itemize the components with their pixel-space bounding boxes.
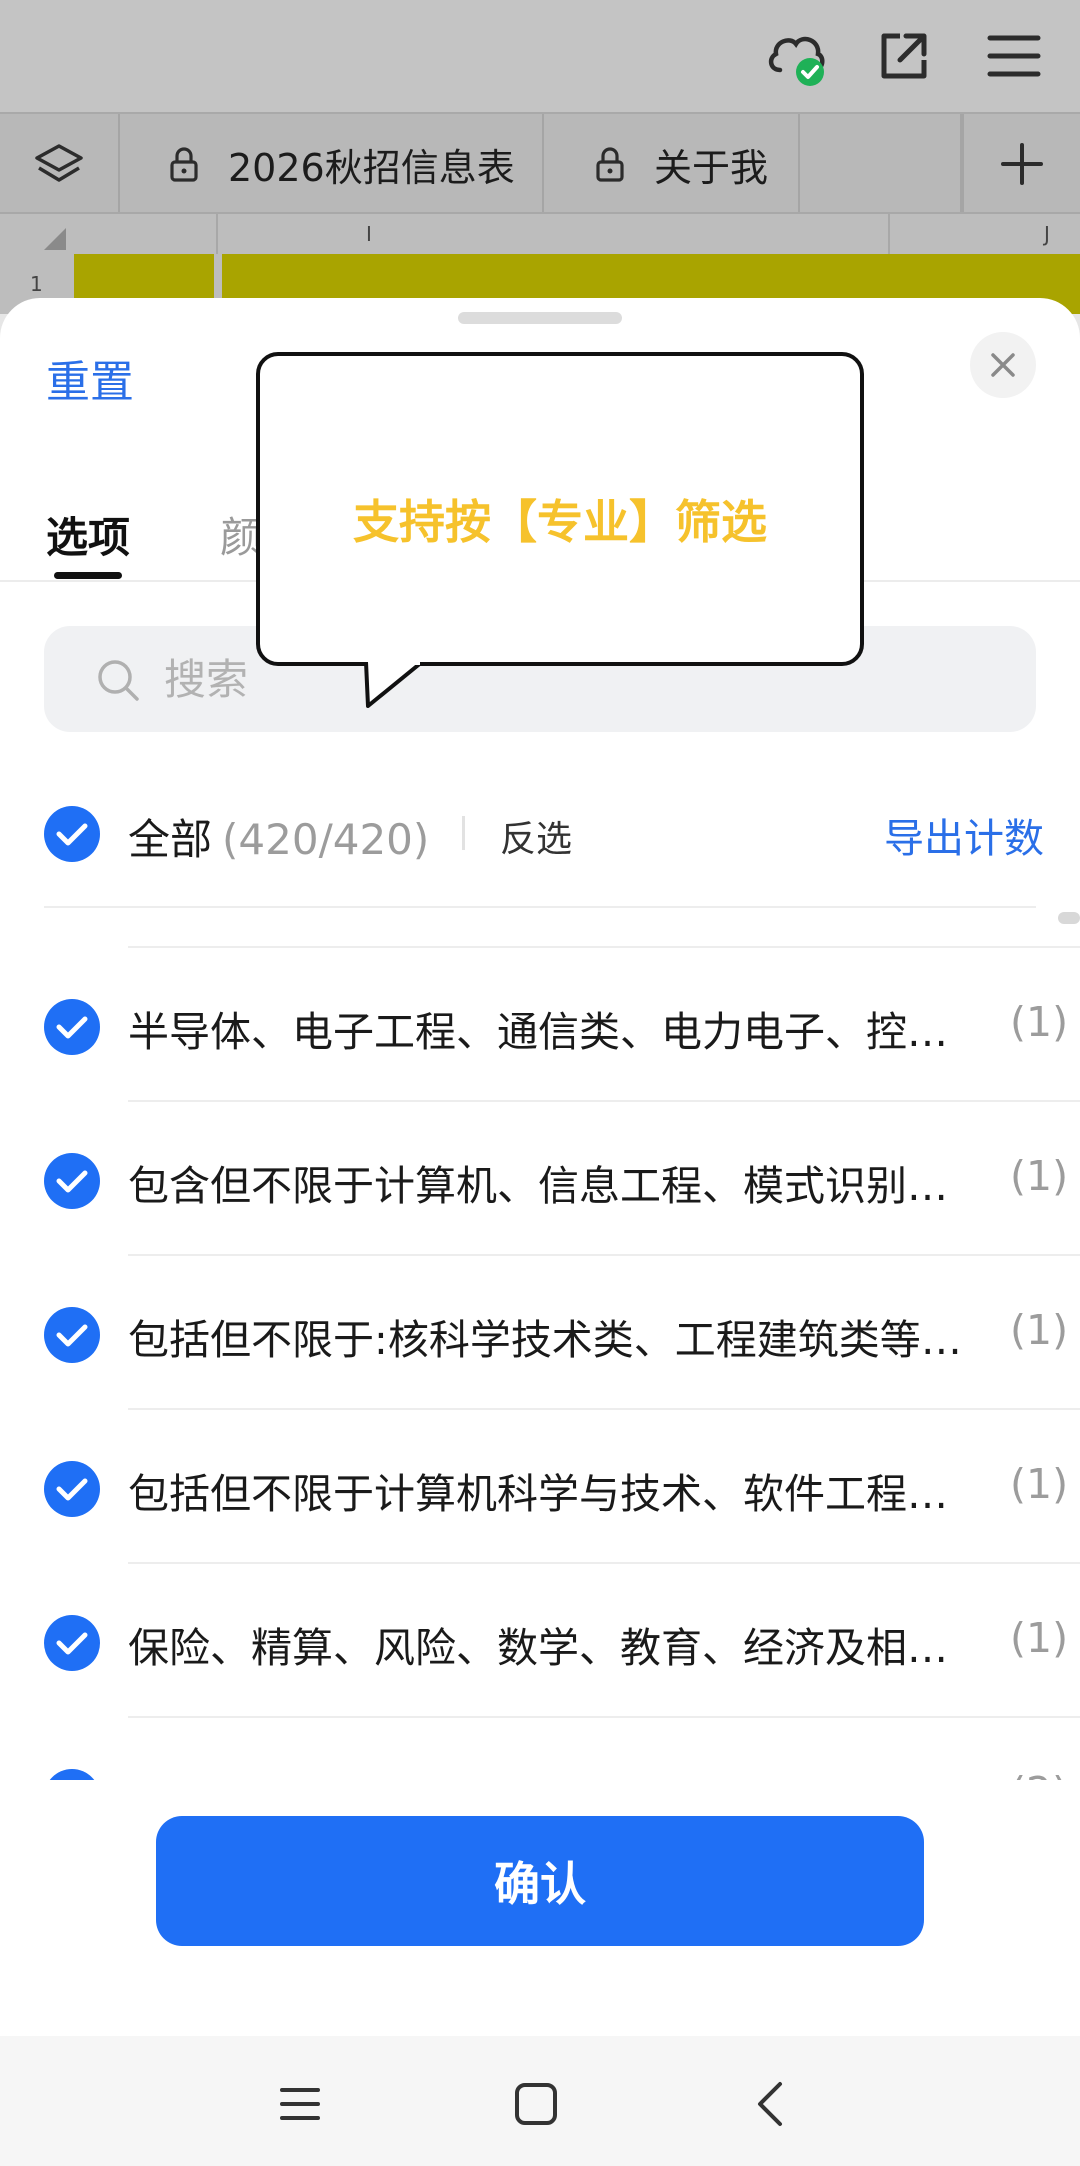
select-all-count: (420/420) bbox=[222, 815, 430, 864]
column-header-row: I J bbox=[0, 212, 1080, 256]
top-toolbar bbox=[0, 0, 1080, 112]
option-label: 半导体、电子工程、通信类、电力电子、控制等相关专业 bbox=[128, 1008, 978, 1056]
list-item[interactable]: 包括但不限于:核科学技术类、工程建筑类等相关专业 (1) bbox=[0, 1256, 1080, 1410]
tab-2026-recruitment[interactable]: 2026秋招信息表 bbox=[120, 114, 544, 214]
option-label: 包含但不限于计算机、信息工程、模式识别等相关专业 bbox=[128, 1162, 978, 1210]
confirm-button[interactable]: 确认 bbox=[156, 1816, 924, 1946]
back-icon[interactable] bbox=[744, 2076, 800, 2132]
sheet-tab-bar: 2026秋招信息表 关于我 bbox=[0, 112, 1080, 214]
column-letter[interactable]: I bbox=[366, 222, 372, 246]
lock-icon bbox=[596, 147, 624, 182]
lock-icon bbox=[170, 147, 198, 182]
close-icon bbox=[991, 353, 1015, 377]
select-all-text: 全部 bbox=[128, 815, 213, 864]
option-label: 保险、精算、风险、数学、教育、经济及相关专业 bbox=[128, 1624, 978, 1672]
divider bbox=[44, 906, 1036, 908]
option-count: (2) bbox=[1010, 1768, 1068, 1780]
tab-label: 关于我 bbox=[654, 145, 769, 190]
column-letter[interactable]: J bbox=[1044, 222, 1050, 246]
tooltip-tail bbox=[364, 662, 424, 708]
plus-icon bbox=[1001, 143, 1043, 185]
list-item[interactable]: 保险、精算、风险、数学、教育、经济及相关专业 (1) bbox=[0, 1564, 1080, 1718]
list-item[interactable]: 包含但不限于计算机、信息工程、模式识别等相关专业 (1) bbox=[0, 1102, 1080, 1256]
option-list: 半导体、电子工程、通信类、电力电子、控制等相关专业 (1) 包含但不限于计算机、… bbox=[0, 948, 1080, 1780]
list-item[interactable]: 半导体、电子工程、通信类、电力电子、控制等相关专业 (1) bbox=[0, 948, 1080, 1102]
option-count: (1) bbox=[1010, 1152, 1069, 1200]
add-sheet-button[interactable] bbox=[962, 114, 1080, 214]
cloud-sync-icon[interactable] bbox=[762, 22, 830, 90]
checkbox-checked-icon[interactable] bbox=[44, 1615, 100, 1671]
list-item[interactable]: 本科及以上学历，专业不限 (2) bbox=[0, 1718, 1080, 1780]
option-count: (1) bbox=[1010, 1460, 1069, 1508]
scrollbar-thumb[interactable] bbox=[1058, 912, 1080, 924]
layers-icon bbox=[35, 144, 83, 182]
layers-button[interactable] bbox=[0, 114, 120, 214]
active-tab-indicator bbox=[54, 572, 122, 579]
checkbox-checked-icon[interactable] bbox=[44, 1769, 100, 1780]
select-all-corner-icon[interactable] bbox=[44, 228, 66, 250]
invert-selection-button[interactable]: 反选 bbox=[500, 810, 572, 862]
tab-options[interactable]: 选项 bbox=[46, 504, 130, 565]
option-count: (1) bbox=[1010, 1306, 1069, 1354]
system-navigation-bar bbox=[0, 2036, 1080, 2166]
option-count: (1) bbox=[1010, 1614, 1069, 1662]
checkbox-checked-icon[interactable] bbox=[44, 1461, 100, 1517]
checkbox-checked-icon[interactable] bbox=[44, 1307, 100, 1363]
home-icon[interactable] bbox=[508, 2076, 564, 2132]
select-all-label: 全部 (420/420) bbox=[128, 806, 429, 867]
option-label: 包括但不限于计算机科学与技术、软件工程等相关专业 bbox=[128, 1470, 978, 1518]
option-label: 本科及以上学历，专业不限 bbox=[128, 1768, 978, 1780]
recent-apps-icon[interactable] bbox=[272, 2076, 328, 2132]
tooltip-text: 支持按【专业】筛选 bbox=[353, 495, 767, 549]
option-label: 包括但不限于:核科学技术类、工程建筑类等相关专业 bbox=[128, 1316, 978, 1364]
column-divider bbox=[216, 214, 218, 256]
menu-icon[interactable] bbox=[980, 22, 1048, 90]
tab-label: 2026秋招信息表 bbox=[228, 145, 515, 190]
export-count-button[interactable]: 导出计数 bbox=[884, 806, 1044, 864]
tooltip-bubble: 支持按【专业】筛选 bbox=[256, 352, 864, 666]
search-icon bbox=[98, 660, 139, 701]
select-all-checkbox[interactable] bbox=[44, 806, 100, 862]
option-count: (1) bbox=[1010, 998, 1069, 1046]
drag-handle[interactable] bbox=[458, 312, 622, 324]
tab-about-me[interactable]: 关于我 bbox=[544, 114, 800, 214]
share-external-icon[interactable] bbox=[870, 22, 938, 90]
list-item[interactable]: 包括但不限于计算机科学与技术、软件工程等相关专业 (1) bbox=[0, 1410, 1080, 1564]
checkbox-checked-icon[interactable] bbox=[44, 999, 100, 1055]
row-number[interactable]: 1 bbox=[30, 272, 43, 296]
close-button[interactable] bbox=[970, 332, 1036, 398]
separator bbox=[462, 816, 465, 850]
checkbox-checked-icon[interactable] bbox=[44, 1153, 100, 1209]
tab-spacer bbox=[800, 114, 962, 214]
column-divider bbox=[888, 214, 890, 256]
reset-button[interactable]: 重置 bbox=[46, 346, 134, 410]
